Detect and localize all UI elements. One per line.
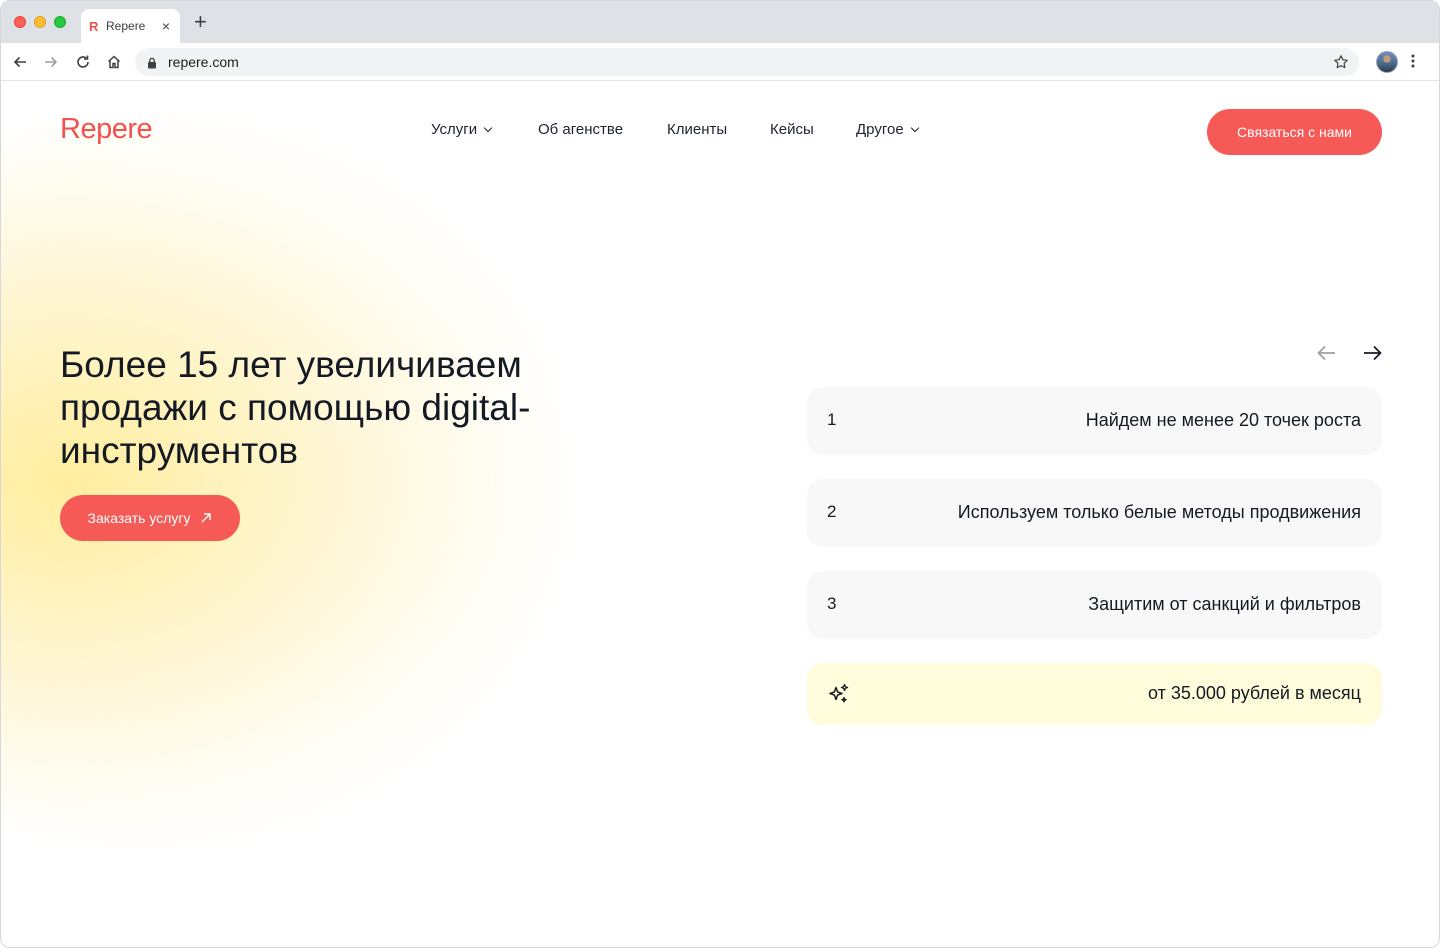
nav-label: Услуги <box>431 121 478 138</box>
tab-strip: R Repere × + <box>1 1 1439 43</box>
maximize-window-button[interactable] <box>54 16 66 28</box>
close-window-button[interactable] <box>14 16 26 28</box>
lock-icon <box>147 56 157 74</box>
chevron-down-icon <box>483 123 493 133</box>
menu-kebab-icon[interactable] <box>1411 53 1415 74</box>
benefit-number: 3 <box>827 594 837 613</box>
nav-item-clients[interactable]: Клиенты <box>667 121 727 138</box>
web-page: Repere Услуги Об агенстве Клиенты Кейсы … <box>1 81 1439 947</box>
slider-prev-arrow-icon[interactable] <box>1315 343 1339 363</box>
nav-item-cases[interactable]: Кейсы <box>770 121 814 138</box>
hero-title-line: продажи с помощью digital- <box>60 387 531 428</box>
hero-title: Более 15 лет увеличиваем продажи с помощ… <box>60 343 620 472</box>
benefit-number: 2 <box>827 502 837 521</box>
back-arrow-icon[interactable] <box>10 52 30 72</box>
nav-item-services[interactable]: Услуги <box>431 121 493 138</box>
benefit-card: 1 Найдем не менее 20 точек роста <box>807 387 1382 455</box>
bookmark-star-icon[interactable] <box>1333 54 1349 75</box>
sparkles-icon <box>827 682 851 711</box>
price-text: от 35.000 рублей в месяц <box>1147 683 1361 703</box>
price-card: от 35.000 рублей в месяц <box>807 663 1382 725</box>
reload-icon[interactable] <box>73 52 93 72</box>
order-service-label: Заказать услугу <box>87 510 191 526</box>
background-glow <box>1 121 561 841</box>
browser-tab[interactable]: R Repere × <box>81 9 180 43</box>
benefit-card: 3 Защитим от санкций и фильтров <box>807 571 1382 639</box>
tab-favicon: R <box>89 18 99 34</box>
tab-close-icon[interactable]: × <box>162 18 170 34</box>
benefit-text: Защитим от санкций и фильтров <box>1088 594 1361 614</box>
contact-us-button[interactable]: Связаться с нами <box>1207 109 1382 155</box>
new-tab-button[interactable]: + <box>194 11 207 33</box>
slider-next-arrow-icon[interactable] <box>1360 343 1384 363</box>
nav-label: Об агенстве <box>538 121 624 138</box>
hero-title-line: Более 15 лет увеличиваем <box>60 344 522 385</box>
minimize-window-button[interactable] <box>34 16 46 28</box>
hero-title-line: инструментов <box>60 430 299 471</box>
url-text: repere.com <box>168 54 239 70</box>
benefit-number: 1 <box>827 410 837 429</box>
chevron-down-icon <box>910 123 919 133</box>
benefit-text: Используем только белые методы продвижен… <box>957 502 1361 522</box>
tab-title: Repere <box>106 19 146 33</box>
nav-label: Клиенты <box>667 121 728 138</box>
benefit-card: 2 Используем только белые методы продвиж… <box>807 479 1382 547</box>
nav-item-other[interactable]: Другое <box>856 121 919 138</box>
browser-toolbar: repere.com <box>1 43 1439 81</box>
order-service-button[interactable]: Заказать услугу <box>60 495 240 541</box>
arrow-up-right-icon <box>201 513 212 523</box>
forward-arrow-icon[interactable] <box>41 52 61 72</box>
address-bar[interactable]: repere.com <box>135 48 1359 76</box>
profile-avatar[interactable] <box>1376 51 1398 73</box>
home-icon[interactable] <box>104 52 124 72</box>
nav-item-about[interactable]: Об агенстве <box>538 121 623 138</box>
nav-label: Кейсы <box>770 121 814 138</box>
browser-window: R Repere × + repere.com Repere Услуги Об… <box>0 0 1440 948</box>
site-logo[interactable]: Repere <box>60 113 153 146</box>
benefit-text: Найдем не менее 20 точек роста <box>1085 410 1361 430</box>
nav-label: Другое <box>856 121 904 138</box>
